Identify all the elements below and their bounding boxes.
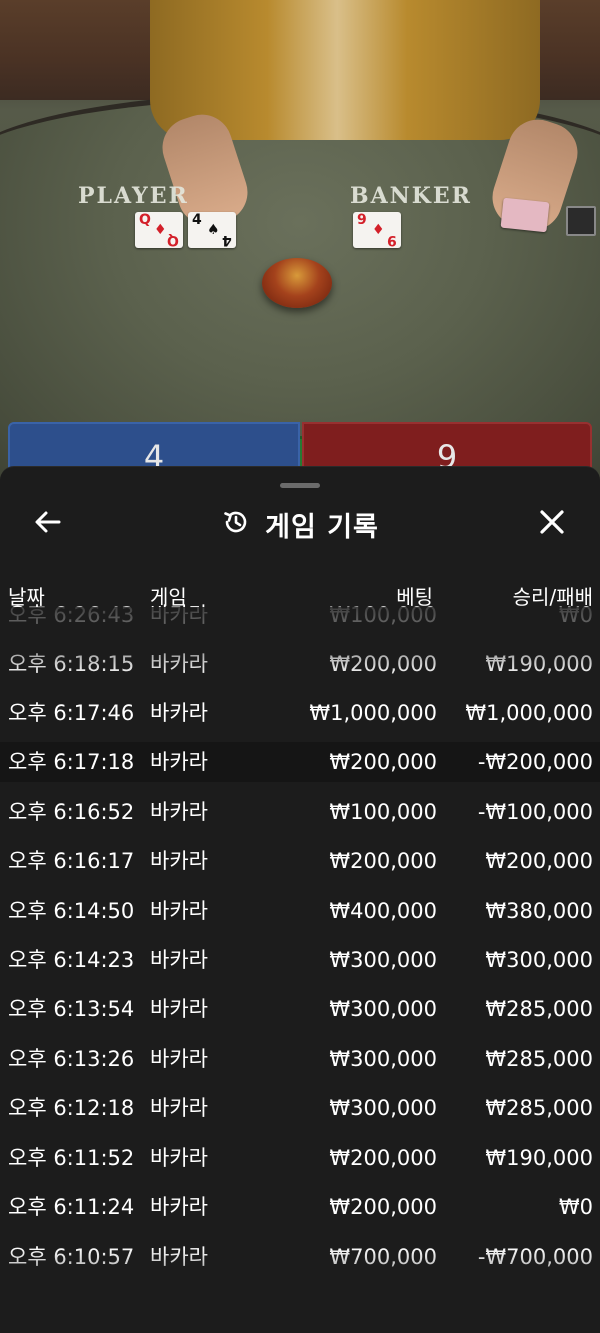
drag-handle[interactable] xyxy=(280,483,320,488)
table-row[interactable]: 오후 6:26:43 바카라 ₩100,000 ₩0 xyxy=(0,595,600,635)
player-card-2: 4 ♠ 4 xyxy=(188,212,236,248)
table-row[interactable]: 오후 6:10:57 바카라 ₩700,000 -₩700,000 xyxy=(0,1237,600,1277)
table-row[interactable]: 오후 6:13:26 바카라 ₩300,000 ₩285,000 xyxy=(0,1039,600,1079)
sheet-header: 게임 기록 xyxy=(0,497,600,551)
player-card-1: Q ♦ Q xyxy=(135,212,183,248)
player-area-label: PLAYER xyxy=(78,183,189,209)
close-icon xyxy=(537,507,567,541)
arrow-left-icon xyxy=(33,507,63,541)
banker-card-1: 9 ♦ 9 xyxy=(353,212,401,248)
table-row[interactable]: 오후 6:11:24 바카라 ₩200,000 ₩0 xyxy=(0,1187,600,1227)
diamond-icon: ♦ xyxy=(372,222,385,238)
table-row[interactable]: 오후 6:16:17 바카라 ₩200,000 ₩200,000 xyxy=(0,841,600,881)
close-button[interactable] xyxy=(530,502,574,546)
live-video-feed: PLAYER BANKER Q ♦ Q 4 ♠ 4 9 ♦ 9 4 9 xyxy=(0,0,600,480)
table-row[interactable]: 오후 6:14:50 바카라 ₩400,000 ₩380,000 xyxy=(0,891,600,931)
sheet-title: 게임 기록 xyxy=(265,511,379,543)
table-row[interactable]: 오후 6:12:18 바카라 ₩300,000 ₩285,000 xyxy=(0,1088,600,1128)
game-history-sheet: 게임 기록 날짜 게임 베팅 승리/패배 오후 6:26:43 바카라 ₩100… xyxy=(0,466,600,1333)
card-shoe xyxy=(566,206,596,236)
diamond-icon: ♦ xyxy=(154,222,167,238)
banker-area-label: BANKER xyxy=(350,183,472,209)
table-row-selected[interactable]: 오후 6:17:18 바카라 ₩200,000 -₩200,000 xyxy=(0,742,600,782)
chip-bowl xyxy=(262,258,332,308)
table-row[interactable]: 오후 6:13:54 바카라 ₩300,000 ₩285,000 xyxy=(0,989,600,1029)
table-row[interactable]: 오후 6:14:23 바카라 ₩300,000 ₩300,000 xyxy=(0,940,600,980)
face-down-card xyxy=(500,197,550,233)
spade-icon: ♠ xyxy=(207,222,220,238)
table-row[interactable]: 오후 6:11:52 바카라 ₩200,000 ₩190,000 xyxy=(0,1138,600,1178)
history-icon xyxy=(221,507,251,541)
history-list[interactable]: 오후 6:26:43 바카라 ₩100,000 ₩0 오후 6:18:15 바카… xyxy=(0,603,600,1297)
table-row[interactable]: 오후 6:17:46 바카라 ₩1,000,000 ₩1,000,000 xyxy=(0,693,600,733)
table-row[interactable]: 오후 6:16:52 바카라 ₩100,000 -₩100,000 xyxy=(0,792,600,832)
sheet-title-group: 게임 기록 xyxy=(0,497,600,551)
back-button[interactable] xyxy=(26,502,70,546)
table-row[interactable]: 오후 6:18:15 바카라 ₩200,000 ₩190,000 xyxy=(0,644,600,684)
